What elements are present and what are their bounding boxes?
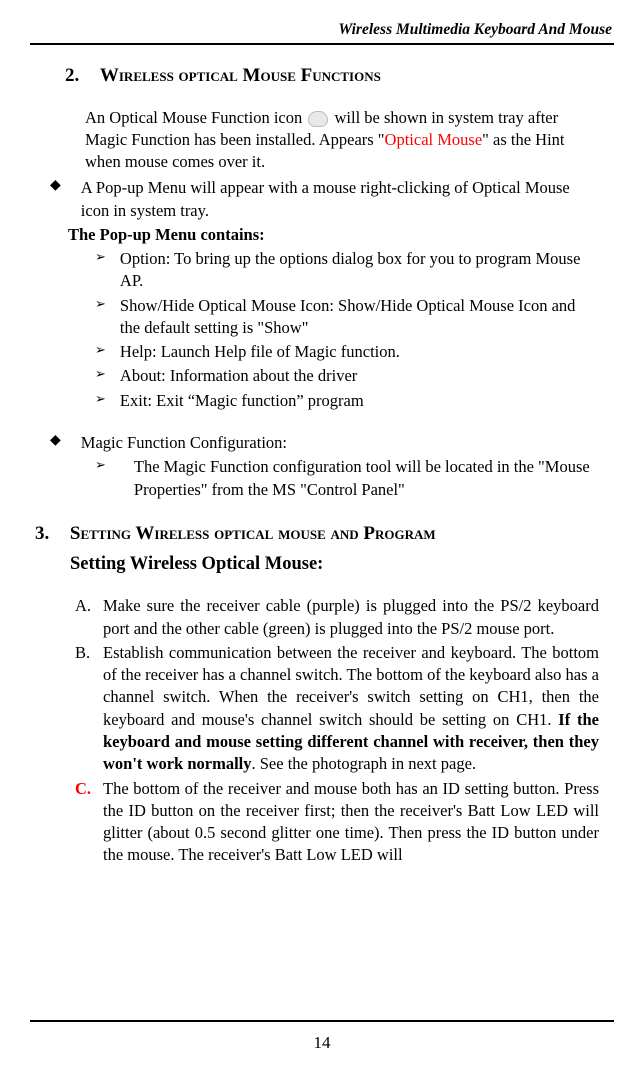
letter-b-post: . See the photograph in next page. (252, 754, 477, 773)
arrow-text: The Magic Function configuration tool wi… (134, 456, 599, 501)
intro-text-pre: An Optical Mouse Function icon (85, 108, 306, 127)
section-2-heading: 2. Wireless optical Mouse Functions (65, 63, 614, 89)
arrow-text: Help: Launch Help file of Magic function… (120, 341, 599, 363)
letter-b-text: Establish communication between the rece… (103, 642, 599, 776)
lettered-item-c: C. The bottom of the receiver and mouse … (75, 778, 599, 867)
arrow-text: Exit: Exit “Magic function” program (120, 390, 599, 412)
lettered-item-b: B. Establish communication between the r… (75, 642, 599, 776)
arrow-item: ➢ About: Information about the driver (95, 365, 599, 387)
page-number: 14 (30, 1032, 614, 1055)
arrow-text: About: Information about the driver (120, 365, 599, 387)
diamond-2-text: Magic Function Configuration: (81, 432, 599, 454)
section-2-number: 2. (65, 65, 79, 86)
letter-a-label: A. (75, 595, 103, 640)
page-footer: 14 (30, 1020, 614, 1055)
arrow-bullet-icon: ➢ (95, 365, 106, 387)
page-header: Wireless Multimedia Keyboard And Mouse (30, 20, 614, 41)
arrow-bullet-icon: ➢ (95, 456, 106, 501)
section-3-subtitle: Setting Wireless Optical Mouse: (70, 552, 614, 577)
diamond-1-text: A Pop-up Menu will appear with a mouse r… (81, 177, 599, 222)
section-2-title: Wireless optical Mouse Functions (100, 65, 381, 86)
header-divider (30, 43, 614, 45)
section-2-intro: An Optical Mouse Function icon will be s… (85, 107, 599, 174)
letter-b-pre: Establish communication between the rece… (103, 643, 599, 729)
arrow-item: ➢ Help: Launch Help file of Magic functi… (95, 341, 599, 363)
section-3-heading: 3. Setting Wireless optical mouse and Pr… (35, 521, 614, 547)
arrow-bullet-icon: ➢ (95, 341, 106, 363)
diamond-item-1: ◆ A Pop-up Menu will appear with a mouse… (50, 177, 599, 222)
letter-c-text: The bottom of the receiver and mouse bot… (103, 778, 599, 867)
letter-b-label: B. (75, 642, 103, 776)
diamond-item-2: ◆ Magic Function Configuration: (50, 432, 599, 454)
section-3-title: Setting Wireless optical mouse and Progr… (70, 523, 436, 544)
letter-c-label: C. (75, 778, 103, 867)
header-title: Wireless Multimedia Keyboard And Mouse (338, 21, 612, 38)
letter-a-text: Make sure the receiver cable (purple) is… (103, 595, 599, 640)
diamond-bullet-icon: ◆ (50, 432, 61, 454)
arrow-item: ➢ Show/Hide Optical Mouse Icon: Show/Hid… (95, 295, 599, 340)
mouse-icon (308, 111, 328, 127)
arrow-bullet-icon: ➢ (95, 248, 106, 293)
footer-divider (30, 1020, 614, 1022)
popup-menu-heading: The Pop-up Menu contains: (68, 224, 614, 246)
section-3-number: 3. (35, 523, 49, 544)
arrow-item: ➢ Option: To bring up the options dialog… (95, 248, 599, 293)
arrow-bullet-icon: ➢ (95, 390, 106, 412)
intro-red-text: Optical Mouse (385, 130, 483, 149)
arrow-text: Show/Hide Optical Mouse Icon: Show/Hide … (120, 295, 599, 340)
arrow-bullet-icon: ➢ (95, 295, 106, 340)
diamond-bullet-icon: ◆ (50, 177, 61, 222)
lettered-item-a: A. Make sure the receiver cable (purple)… (75, 595, 599, 640)
arrow-text: Option: To bring up the options dialog b… (120, 248, 599, 293)
arrow-item: ➢ Exit: Exit “Magic function” program (95, 390, 599, 412)
arrow-item: ➢ The Magic Function configuration tool … (95, 456, 599, 501)
